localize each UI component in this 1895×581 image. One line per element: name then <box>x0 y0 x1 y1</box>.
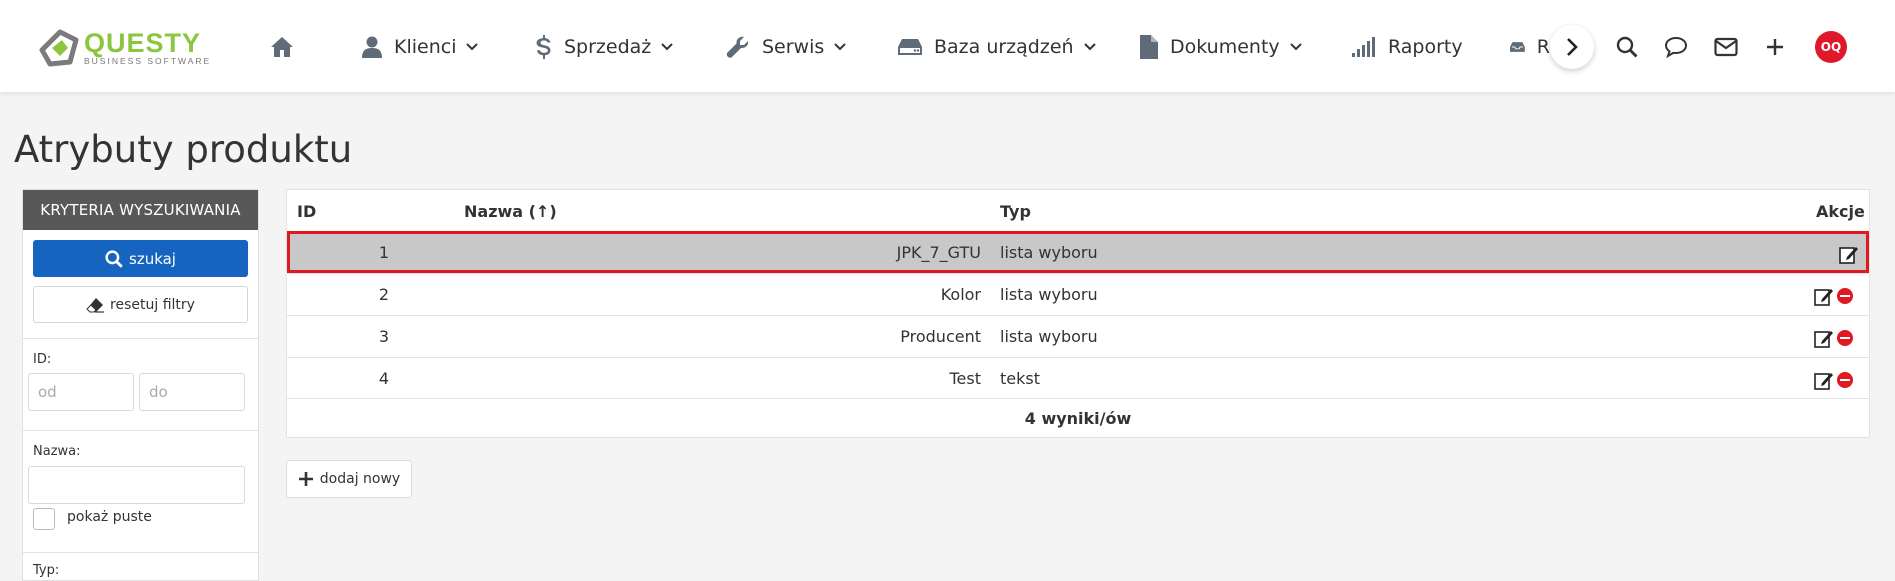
nav-partial-item[interactable]: R <box>1510 32 1550 62</box>
nav-label: Dokumenty <box>1170 36 1280 58</box>
panel-header: KRYTERIA WYSZUKIWANIA <box>23 190 258 230</box>
mail-button[interactable] <box>1713 34 1739 60</box>
chevron-down-icon <box>834 43 846 51</box>
cell-type: lista wyboru <box>1000 243 1098 262</box>
logo-word: QUESTY <box>84 28 202 58</box>
name-input[interactable] <box>28 466 245 504</box>
user-icon <box>362 36 382 58</box>
col-header-name-label: Nazwa <box>464 202 524 221</box>
reset-label: resetuj filtry <box>110 296 195 313</box>
chat-button[interactable] <box>1663 34 1689 60</box>
col-header-id[interactable]: ID <box>297 202 316 221</box>
attributes-table: ID Nazwa (↑) Typ Akcje 1 JPK_7_GTU lista… <box>286 189 1870 438</box>
edit-icon[interactable] <box>1814 370 1834 390</box>
cell-id: 3 <box>378 327 390 346</box>
eraser-icon <box>86 297 105 313</box>
cell-name: Test <box>949 369 981 388</box>
nav-home[interactable] <box>270 32 294 62</box>
edit-icon[interactable] <box>1814 286 1834 306</box>
results-count: 4 wyniki/ów <box>287 398 1869 438</box>
sort-asc-indicator: (↑) <box>528 202 557 221</box>
cell-id: 4 <box>378 369 390 388</box>
chevron-down-icon <box>1289 43 1302 51</box>
name-label: Nazwa: <box>33 444 81 459</box>
reset-filters-button[interactable]: resetuj filtry <box>33 286 248 323</box>
cell-type: tekst <box>1000 369 1040 388</box>
hdd-icon <box>898 39 922 55</box>
search-icon <box>1616 36 1638 58</box>
delete-icon[interactable] <box>1837 288 1853 304</box>
envelope-icon <box>1714 37 1738 57</box>
delete-icon[interactable] <box>1837 372 1853 388</box>
type-label: Typ: <box>33 563 60 578</box>
nav-sprzedaz[interactable]: Sprzedaż <box>536 32 673 62</box>
divider <box>23 338 258 339</box>
home-icon <box>271 37 293 57</box>
search-criteria-panel: KRYTERIA WYSZUKIWANIA szukaj resetuj fil… <box>22 189 259 581</box>
nav-label: Sprzedaż <box>564 36 652 58</box>
file-icon <box>1140 35 1158 59</box>
id-to-input[interactable]: do <box>139 373 245 411</box>
table-row[interactable]: 2 Kolor lista wyboru <box>287 273 1869 315</box>
logo-mark-icon <box>39 29 79 67</box>
search-button-primary[interactable]: szukaj <box>33 240 248 277</box>
chevron-down-icon <box>466 43 479 51</box>
table-row[interactable]: 1 JPK_7_GTU lista wyboru <box>287 231 1869 273</box>
search-button[interactable] <box>1614 34 1640 60</box>
edit-icon[interactable] <box>1839 244 1859 264</box>
dollar-icon <box>536 35 551 59</box>
plus-icon <box>1767 39 1783 55</box>
col-header-name[interactable]: Nazwa (↑) <box>464 202 557 221</box>
bars-icon <box>1352 37 1375 57</box>
chevron-down-icon <box>661 43 673 51</box>
nav-klienci[interactable]: Klienci <box>362 32 479 62</box>
cell-name: Kolor <box>940 285 981 304</box>
cell-id: 1 <box>378 243 390 262</box>
logo-subtitle: BUSINESS SOFTWARE <box>84 56 212 66</box>
plus-icon <box>298 472 313 486</box>
wrench-icon <box>726 36 749 58</box>
nav-label: Serwis <box>762 36 825 58</box>
nav-baza-urzadzen[interactable]: Baza urządzeń <box>898 32 1096 62</box>
nav-serwis[interactable]: Serwis <box>726 32 846 62</box>
edit-icon[interactable] <box>1814 328 1834 348</box>
table-row[interactable]: 4 Test tekst <box>287 357 1869 399</box>
show-empty-checkbox[interactable] <box>33 508 55 530</box>
search-label: szukaj <box>129 249 176 268</box>
nav-dokumenty[interactable]: Dokumenty <box>1140 32 1302 62</box>
divider <box>23 430 258 431</box>
cell-type: lista wyboru <box>1000 327 1098 346</box>
top-navbar: QUESTY BUSINESS SOFTWARE Klienci Sprzeda… <box>0 0 1895 92</box>
chevron-right-icon <box>1567 38 1578 56</box>
chevron-down-icon <box>1083 43 1096 51</box>
cell-name: Producent <box>900 327 981 346</box>
nav-scroll-right-button[interactable] <box>1550 25 1594 69</box>
nav-label: Raporty <box>1388 36 1463 58</box>
add-button[interactable] <box>1762 34 1788 60</box>
search-icon <box>105 249 123 268</box>
add-new-label: dodaj nowy <box>319 471 401 487</box>
nav-raporty[interactable]: Raporty <box>1352 32 1463 62</box>
add-new-button[interactable]: dodaj nowy <box>286 460 412 498</box>
user-avatar[interactable]: OQ <box>1815 31 1847 63</box>
nav-label: Baza urządzeń <box>934 36 1074 58</box>
table-row[interactable]: 3 Producent lista wyboru <box>287 315 1869 357</box>
inbox-icon <box>1510 42 1525 52</box>
id-label: ID: <box>33 352 52 367</box>
id-from-input[interactable]: od <box>28 373 134 411</box>
cell-id: 2 <box>378 285 390 304</box>
show-empty-label: pokaż puste <box>67 509 152 525</box>
nav-label: R <box>1536 36 1550 58</box>
questy-logo[interactable]: QUESTY BUSINESS SOFTWARE <box>38 28 211 68</box>
cell-name: JPK_7_GTU <box>896 243 981 262</box>
delete-icon[interactable] <box>1837 330 1853 346</box>
chat-icon <box>1664 36 1688 58</box>
page-title: Atrybuty produktu <box>14 128 353 171</box>
cell-type: lista wyboru <box>1000 285 1098 304</box>
col-header-type[interactable]: Typ <box>1000 202 1031 221</box>
divider <box>23 552 258 553</box>
nav-label: Klienci <box>394 36 457 58</box>
col-header-actions: Akcje <box>1816 202 1865 221</box>
